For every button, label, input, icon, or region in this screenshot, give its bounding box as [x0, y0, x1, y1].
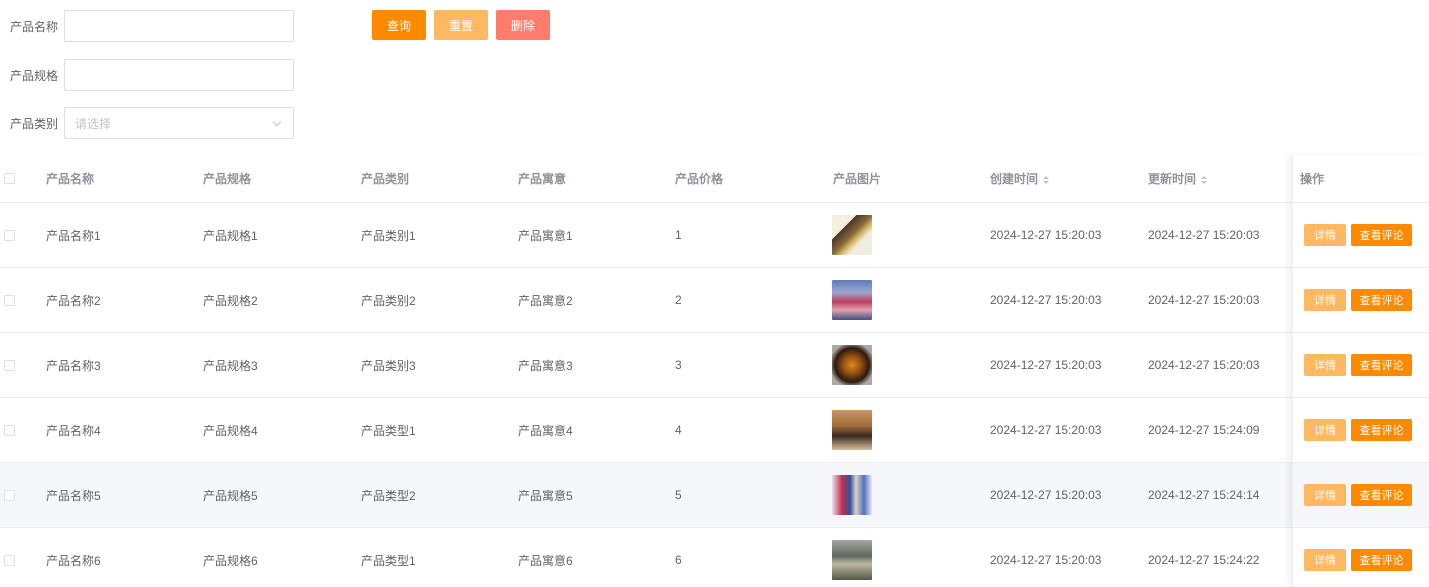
table-row[interactable]: 产品名称1 产品规格1 产品类别1 产品寓意1 1 2024-12-27 15:20:03…	[0, 203, 1429, 268]
header-spec[interactable]: 产品规格	[203, 170, 251, 187]
row-checkbox[interactable]	[4, 230, 15, 241]
cell-created: 2024-12-27 15:20:03	[990, 293, 1102, 307]
cell-created: 2024-12-27 15:20:03	[990, 488, 1102, 502]
cell-name: 产品名称1	[46, 228, 101, 243]
cell-created: 2024-12-27 15:20:03	[990, 553, 1102, 567]
query-button[interactable]: 查询	[372, 10, 426, 40]
cell-spec: 产品规格4	[203, 423, 258, 438]
cell-category: 产品类别1	[361, 228, 416, 243]
cell-meaning: 产品寓意3	[518, 358, 573, 373]
search-row-spec: 产品规格	[0, 59, 294, 91]
row-checkbox[interactable]	[4, 490, 15, 501]
product-photo-2[interactable]	[832, 280, 872, 320]
product-photo-3[interactable]	[832, 345, 872, 385]
cell-meaning: 产品寓意6	[518, 553, 573, 568]
product-spec-input[interactable]	[64, 59, 294, 91]
table-row[interactable]: 产品名称2 产品规格2 产品类别2 产品寓意2 2 2024-12-27 15:20:03…	[0, 268, 1429, 333]
table-body: 产品名称1 产品规格1 产品类别1 产品寓意1 1 2024-12-27 15:20:03…	[0, 203, 1429, 587]
search-row-name: 产品名称	[0, 10, 294, 42]
product-name-label: 产品名称	[10, 19, 59, 34]
cell-meaning: 产品寓意5	[518, 488, 573, 503]
product-name-input[interactable]	[64, 10, 294, 42]
cell-price: 1	[675, 228, 682, 242]
row-checkbox[interactable]	[4, 555, 15, 566]
select-all-checkbox[interactable]	[4, 173, 15, 184]
cell-created: 2024-12-27 15:20:03	[990, 423, 1102, 437]
product-spec-label: 产品规格	[10, 68, 59, 83]
sort-icon[interactable]	[1043, 175, 1050, 184]
cell-name: 产品名称2	[46, 293, 101, 308]
product-photo-1[interactable]	[832, 215, 872, 255]
cell-name: 产品名称4	[46, 423, 101, 438]
row-checkbox[interactable]	[4, 360, 15, 371]
header-price[interactable]: 产品价格	[675, 170, 723, 187]
cell-updated: 2024-12-27 15:20:03	[1148, 293, 1260, 307]
row-checkbox[interactable]	[4, 425, 15, 436]
chevron-down-icon	[272, 117, 282, 126]
delete-button[interactable]: 删除	[496, 10, 550, 40]
cell-updated: 2024-12-27 15:20:03	[1148, 358, 1260, 372]
cell-meaning: 产品寓意1	[518, 228, 573, 243]
cell-updated: 2024-12-27 15:20:03	[1148, 228, 1260, 242]
product-category-select[interactable]: 请选择	[64, 107, 294, 139]
cell-category: 产品类别2	[361, 293, 416, 308]
header-created[interactable]: 创建时间	[990, 170, 1050, 187]
cell-spec: 产品规格1	[203, 228, 258, 243]
cell-created: 2024-12-27 15:20:03	[990, 358, 1102, 372]
product-photo-5[interactable]	[832, 475, 872, 515]
cell-created: 2024-12-27 15:20:03	[990, 228, 1102, 242]
header-updated[interactable]: 更新时间	[1148, 170, 1208, 187]
search-button-group: 查询 重置 删除	[372, 10, 550, 40]
product-photo-4[interactable]	[832, 410, 872, 450]
cell-name: 产品名称6	[46, 553, 101, 568]
actions-fixed-column	[1292, 155, 1429, 587]
header-meaning[interactable]: 产品寓意	[518, 170, 566, 187]
cell-price: 4	[675, 423, 682, 437]
table-row[interactable]: 产品名称4 产品规格4 产品类型1 产品寓意4 4 2024-12-27 15:20:03…	[0, 398, 1429, 463]
product-category-label: 产品类别	[10, 116, 59, 131]
header-category[interactable]: 产品类别	[361, 170, 409, 187]
cell-spec: 产品规格3	[203, 358, 258, 373]
cell-spec: 产品规格6	[203, 553, 258, 568]
cell-name: 产品名称3	[46, 358, 101, 373]
table-row[interactable]: 产品名称6 产品规格6 产品类型1 产品寓意6 6 2024-12-27 15:20:03…	[0, 528, 1429, 587]
cell-price: 2	[675, 293, 682, 307]
cell-price: 6	[675, 553, 682, 567]
cell-meaning: 产品寓意4	[518, 423, 573, 438]
header-updated-label: 更新时间	[1148, 172, 1197, 186]
product-photo-6[interactable]	[832, 540, 872, 580]
cell-name: 产品名称5	[46, 488, 101, 503]
cell-category: 产品类型1	[361, 423, 416, 438]
cell-price: 5	[675, 488, 682, 502]
cell-updated: 2024-12-27 15:24:09	[1148, 423, 1260, 437]
search-row-category: 产品类别 请选择	[0, 107, 294, 139]
header-created-label: 创建时间	[990, 172, 1039, 186]
cell-meaning: 产品寓意2	[518, 293, 573, 308]
cell-price: 3	[675, 358, 682, 372]
header-name[interactable]: 产品名称	[46, 170, 94, 187]
product-table: 产品名称 产品规格 产品类别 产品寓意 产品价格 产品图片 创建时间 更新时间 …	[0, 155, 1429, 587]
row-checkbox[interactable]	[4, 295, 15, 306]
cell-spec: 产品规格2	[203, 293, 258, 308]
reset-button[interactable]: 重置	[434, 10, 488, 40]
category-placeholder: 请选择	[75, 116, 112, 131]
cell-updated: 2024-12-27 15:24:14	[1148, 488, 1260, 502]
cell-updated: 2024-12-27 15:24:22	[1148, 553, 1260, 567]
cell-category: 产品类别3	[361, 358, 416, 373]
header-image[interactable]: 产品图片	[833, 170, 881, 187]
cell-category: 产品类型2	[361, 488, 416, 503]
table-header: 产品名称 产品规格 产品类别 产品寓意 产品价格 产品图片 创建时间 更新时间 …	[0, 155, 1429, 203]
table-row[interactable]: 产品名称5 产品规格5 产品类型2 产品寓意5 5 2024-12-27 15:20:03…	[0, 463, 1429, 528]
table-row[interactable]: 产品名称3 产品规格3 产品类别3 产品寓意3 3 2024-12-27 15:20:03…	[0, 333, 1429, 398]
cell-category: 产品类型1	[361, 553, 416, 568]
cell-spec: 产品规格5	[203, 488, 258, 503]
sort-icon[interactable]	[1201, 175, 1208, 184]
